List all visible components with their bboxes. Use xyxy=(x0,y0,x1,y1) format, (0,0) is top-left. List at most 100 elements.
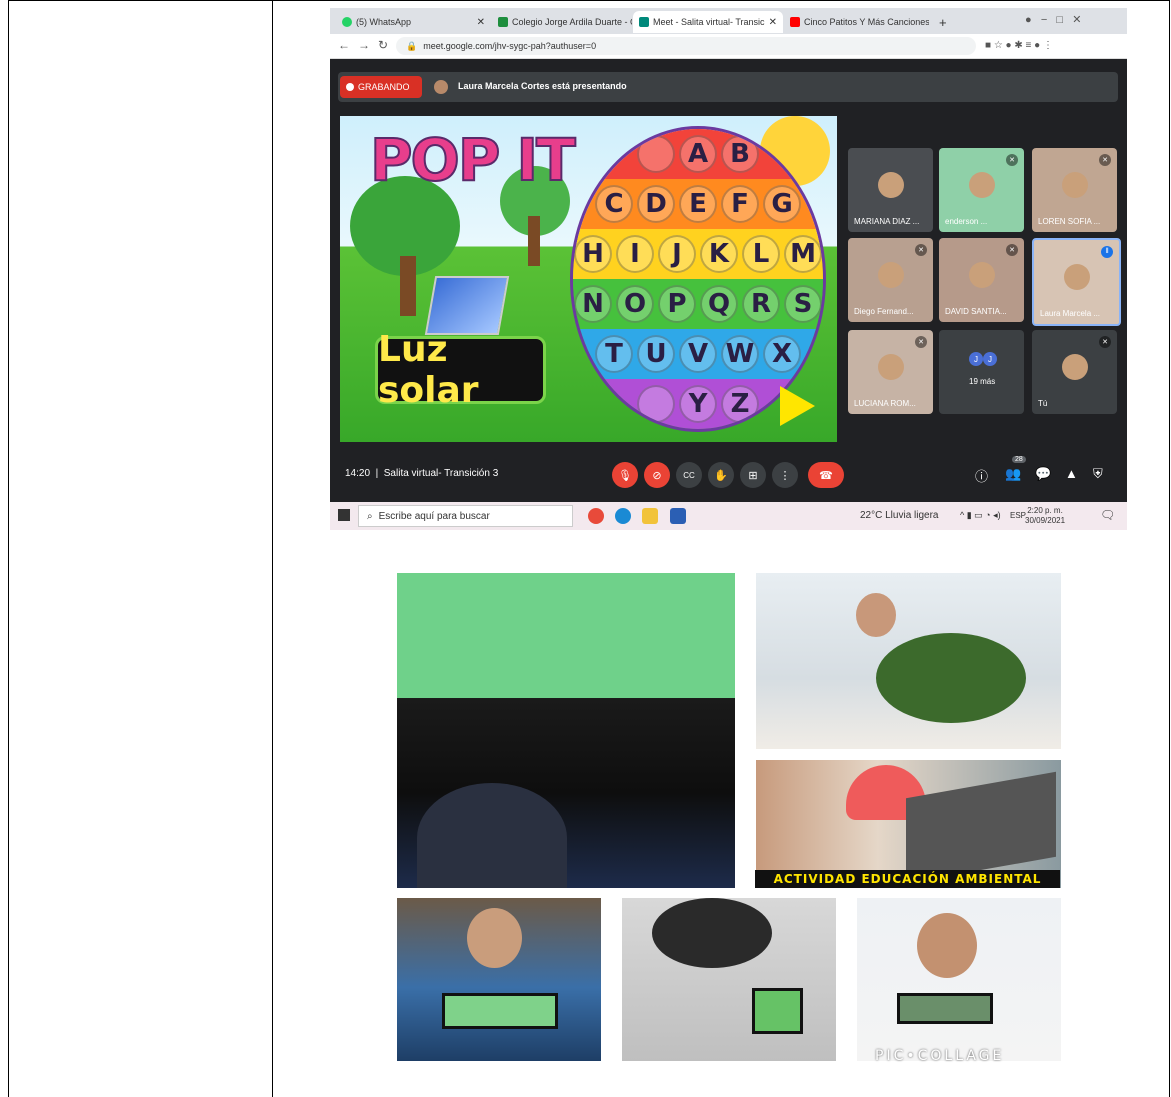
chrome-icon[interactable] xyxy=(588,508,604,524)
info-separator: | xyxy=(375,468,379,479)
chat-icon[interactable]: 💬 xyxy=(1035,466,1051,482)
table-border-right xyxy=(1169,0,1170,1097)
pop-it-bubble xyxy=(637,385,675,423)
tab-youtube[interactable]: Cinco Patitos Y Más Canciones In ✕ xyxy=(784,11,929,33)
plant-illustration xyxy=(876,633,1026,723)
participant-tile[interactable]: Tú ✕ xyxy=(1032,330,1117,414)
pop-it-row: NOPQRS xyxy=(573,279,823,329)
recording-dot-icon xyxy=(346,83,354,91)
pop-it-bubble: C xyxy=(595,185,633,223)
child-head xyxy=(467,908,522,968)
whatsapp-icon xyxy=(342,17,352,27)
solar-panel-icon xyxy=(424,276,510,335)
child-head xyxy=(856,593,896,637)
tab-whatsapp[interactable]: (5) WhatsApp ✕ xyxy=(336,11,491,33)
participant-name: 19 más xyxy=(969,377,996,386)
meet-screenshot: (5) WhatsApp ✕ Colegio Jorge Ardila Duar… xyxy=(330,8,1127,530)
taskbar-clock[interactable]: 2:20 p. m. 30/09/2021 xyxy=(1025,506,1065,526)
more-options-button[interactable]: ⋮ xyxy=(772,462,798,488)
tab-classroom[interactable]: Colegio Jorge Ardila Duarte - Ca ✕ xyxy=(492,11,632,33)
extension-icons[interactable]: ■ ☆ ● ✱ ≡ ● ⋮ xyxy=(985,40,1053,51)
camera-off-button[interactable]: ⊘ xyxy=(644,462,670,488)
raise-hand-button[interactable]: ✋ xyxy=(708,462,734,488)
reload-icon[interactable]: ↻ xyxy=(378,38,388,52)
weather-widget[interactable]: 22°C Lluvia ligera xyxy=(860,510,939,521)
participant-avatar: J xyxy=(969,352,983,366)
windows-start-icon[interactable] xyxy=(338,509,350,521)
pop-it-row: TUVWX xyxy=(573,329,823,379)
participant-tile[interactable]: J J 19 más xyxy=(939,330,1024,414)
pop-it-bubble: I xyxy=(616,235,654,273)
language-indicator[interactable]: ESP xyxy=(1010,511,1026,520)
address-bar[interactable]: 🔒 meet.google.com/jhv-sygc-pah?authuser=… xyxy=(396,37,976,55)
next-arrow-icon[interactable] xyxy=(780,386,815,426)
meeting-info: 14:20 | Salita virtual- Transición 3 xyxy=(345,468,498,479)
info-icon[interactable]: ⓘ xyxy=(975,466,988,485)
mic-off-icon: ✕ xyxy=(1006,244,1018,256)
phone-illustration xyxy=(442,993,558,1029)
back-icon[interactable]: ← xyxy=(338,38,350,52)
present-button[interactable]: ⊞ xyxy=(740,462,766,488)
participant-avatar xyxy=(968,171,995,198)
pop-it-bubble: P xyxy=(658,285,696,323)
collage-watermark: PIC•COLLAGE xyxy=(875,1048,1005,1064)
pop-it-bubble: D xyxy=(637,185,675,223)
tab-label: Meet - Salita virtual- Transic xyxy=(653,17,765,27)
mic-off-button[interactable]: 🎙 xyxy=(612,462,638,488)
classroom-icon xyxy=(498,17,508,27)
meeting-time: 14:20 xyxy=(345,468,371,479)
forward-icon[interactable]: → xyxy=(358,38,370,52)
new-tab-button[interactable]: + xyxy=(933,11,955,33)
tv-screen-game xyxy=(397,573,735,698)
notifications-icon[interactable]: 🗨 xyxy=(1100,508,1115,522)
close-icon[interactable]: ✕ xyxy=(769,17,777,28)
tree-trunk xyxy=(400,256,416,316)
close-icon[interactable]: ✕ xyxy=(477,17,485,28)
meet-control-bar: 14:20 | Salita virtual- Transición 3 🎙 ⊘… xyxy=(330,454,1127,494)
pop-it-bubble: R xyxy=(742,285,780,323)
child-head xyxy=(652,898,772,968)
lock-icon: 🔒 xyxy=(406,40,418,51)
participant-tile[interactable]: Diego Fernand... ✕ xyxy=(848,238,933,322)
edge-icon[interactable] xyxy=(615,508,631,524)
participant-tile[interactable]: LUCIANA ROM... ✕ xyxy=(848,330,933,414)
tab-meet[interactable]: Meet - Salita virtual- Transic ✕ xyxy=(633,11,783,33)
participant-avatar: J xyxy=(983,352,997,366)
search-icon: ⌕ xyxy=(367,510,373,522)
pop-it-bubble: T xyxy=(595,335,633,373)
pop-it-bubble: X xyxy=(763,335,801,373)
captions-button[interactable]: CC xyxy=(676,462,702,488)
system-tray-icons[interactable]: ^ ▮ ▭ ◔ ◂) xyxy=(960,510,1001,521)
search-placeholder: Escribe aquí para buscar xyxy=(378,510,490,522)
participant-name: Laura Marcela ... xyxy=(1040,309,1101,318)
table-border-divider xyxy=(272,0,273,1097)
participant-count-badge: 28 xyxy=(1012,456,1026,463)
pop-it-bubble: G xyxy=(763,185,801,223)
participant-tile[interactable]: Laura Marcela ... ⦀ xyxy=(1032,238,1121,326)
participant-name: Diego Fernand... xyxy=(854,307,914,316)
photo-boy-with-phone-1 xyxy=(397,898,601,1061)
presenter-avatar xyxy=(434,80,448,94)
participant-name: Tú xyxy=(1038,399,1048,408)
participant-tile[interactable]: MARIANA DIAZ ... xyxy=(848,148,933,232)
mic-off-icon: ✕ xyxy=(1006,154,1018,166)
pop-it-bubble: K xyxy=(700,235,738,273)
file-explorer-icon[interactable] xyxy=(642,508,658,524)
participant-name: MARIANA DIAZ ... xyxy=(854,217,920,226)
leave-call-button[interactable]: ☎ xyxy=(808,462,844,488)
participant-tile[interactable]: DAVID SANTIA... ✕ xyxy=(939,238,1024,322)
participant-tile[interactable]: enderson ... ✕ xyxy=(939,148,1024,232)
presenting-text: Laura Marcela Cortes está presentando xyxy=(458,81,627,91)
participant-avatar xyxy=(968,261,995,288)
people-icon[interactable]: 👥 xyxy=(1005,466,1021,482)
participant-tile[interactable]: LOREN SOFIA ... ✕ xyxy=(1032,148,1117,232)
presentation-slide: POP IT Luz solar ABCDEFGHIJKLMNOPQRSTUVW… xyxy=(340,116,837,442)
taskbar-search-box[interactable]: ⌕ Escribe aquí para buscar xyxy=(358,505,573,527)
photo-boy-with-phone-2 xyxy=(622,898,836,1061)
pop-it-bubble xyxy=(637,135,675,173)
activities-icon[interactable]: ▲ xyxy=(1065,466,1078,481)
child-head xyxy=(417,783,567,888)
participant-avatar xyxy=(1061,353,1088,380)
word-icon[interactable] xyxy=(670,508,686,524)
host-controls-icon[interactable]: ⛨ xyxy=(1093,466,1103,482)
